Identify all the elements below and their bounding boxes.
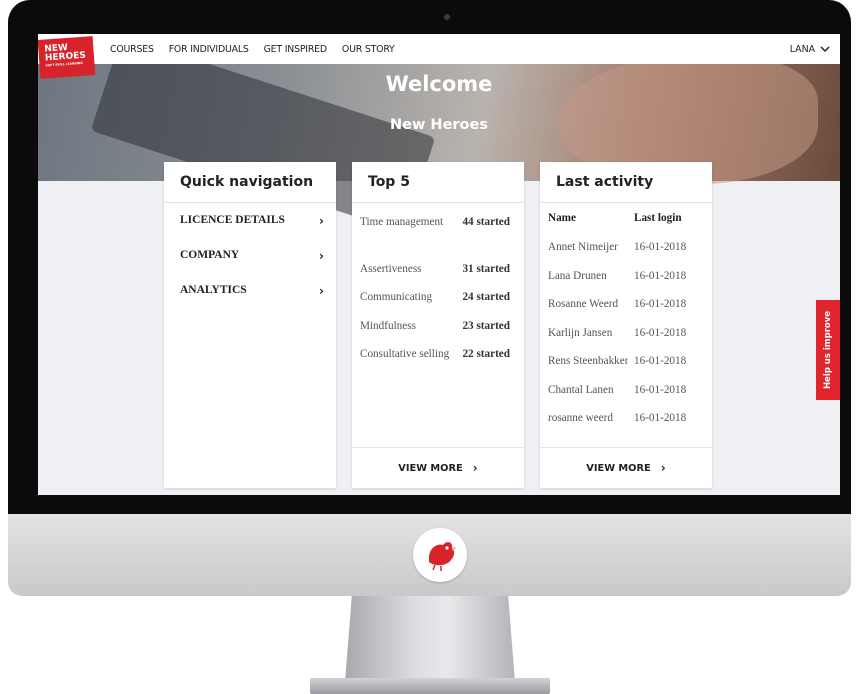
quick-nav-label: LICENCE DETAILS	[180, 214, 285, 226]
top5-row[interactable]: Time management 44 started	[360, 213, 510, 231]
chevron-down-icon	[820, 45, 830, 52]
last-login-cell: 16-01-2018	[634, 298, 687, 310]
course-name: Assertiveness	[360, 263, 422, 275]
last-activity-card: Last activity Name Last login Annet Nime…	[540, 162, 712, 488]
user-name: LANA	[789, 43, 815, 55]
bird-logo-icon	[413, 528, 467, 582]
monitor-stand-neck	[345, 596, 515, 682]
quick-nav-item-company[interactable]: COMPANY ›	[180, 249, 324, 263]
help-us-improve-tab[interactable]: Help us improve	[816, 300, 840, 400]
last-activity-title: Last activity	[540, 162, 712, 203]
chevron-right-icon: ›	[472, 461, 478, 475]
view-more-label: VIEW MORE	[398, 462, 463, 474]
top5-row[interactable]: Consultative selling 22 started	[360, 345, 510, 363]
quick-nav-item-licence-details[interactable]: LICENCE DETAILS ›	[180, 214, 324, 228]
user-name-cell: Rosanne Weerd	[548, 298, 619, 310]
chevron-right-icon: ›	[660, 461, 666, 475]
last-login-cell: 16-01-2018	[634, 270, 687, 282]
chevron-right-icon: ›	[319, 214, 324, 228]
top-navigation-bar: COURSES FOR INDIVIDUALS GET INSPIRED OUR…	[38, 34, 840, 64]
course-count: 44 started	[462, 216, 510, 228]
nav-item-courses[interactable]: COURSES	[110, 44, 154, 55]
nav-item-for-individuals[interactable]: FOR INDIVIDUALS	[169, 44, 249, 55]
course-count: 24 started	[462, 291, 510, 303]
user-name-cell: Rens Steenbakkers	[548, 355, 628, 367]
last-activity-view-more-button[interactable]: VIEW MORE ›	[540, 447, 712, 488]
last-login-cell: 16-01-2018	[634, 241, 687, 253]
app-screen: COURSES FOR INDIVIDUALS GET INSPIRED OUR…	[38, 34, 840, 495]
monitor-stand-foot	[310, 678, 550, 694]
course-name: Time management	[360, 216, 444, 228]
course-name: Mindfulness	[360, 320, 416, 332]
top5-view-more-button[interactable]: VIEW MORE ›	[352, 447, 524, 488]
view-more-label: VIEW MORE	[586, 462, 651, 474]
main-nav: COURSES FOR INDIVIDUALS GET INSPIRED OUR…	[110, 34, 395, 64]
last-login-cell: 16-01-2018	[634, 327, 687, 339]
user-name-cell: Annet Nimeijer	[548, 241, 618, 253]
course-name: Consultative selling	[360, 348, 450, 360]
nav-item-get-inspired[interactable]: GET INSPIRED	[264, 44, 328, 55]
course-count: 22 started	[462, 348, 510, 360]
user-menu[interactable]: LANA	[790, 34, 830, 64]
quick-navigation-title: Quick navigation	[164, 162, 336, 203]
user-name-cell: Chantal Lanen	[548, 384, 614, 396]
feedback-label: Help us improve	[823, 310, 834, 390]
top5-row[interactable]: Communicating 24 started	[360, 288, 510, 306]
last-login-cell: 16-01-2018	[634, 355, 687, 367]
column-header-name: Name	[548, 212, 576, 224]
user-name-cell: Lana Drunen	[548, 270, 607, 282]
column-header-last-login: Last login	[634, 212, 682, 224]
quick-nav-label: ANALYTICS	[180, 284, 247, 296]
camera-dot	[444, 14, 450, 20]
chevron-right-icon: ›	[319, 284, 324, 298]
brand-logo[interactable]: NEW HEROES SOFT SKILL LEARNING	[38, 36, 96, 79]
top5-row[interactable]: Mindfulness 23 started	[360, 317, 510, 335]
course-name: Communicating	[360, 291, 433, 303]
quick-nav-item-analytics[interactable]: ANALYTICS ›	[180, 284, 324, 298]
user-name-cell: rosanne weerd	[548, 412, 613, 424]
chevron-right-icon: ›	[319, 249, 324, 263]
last-login-cell: 16-01-2018	[634, 412, 687, 424]
hero-subtitle: New Heroes	[390, 117, 488, 133]
last-login-cell: 16-01-2018	[634, 384, 687, 396]
top5-title: Top 5	[352, 162, 524, 203]
quick-nav-label: COMPANY	[180, 249, 240, 261]
course-count: 23 started	[462, 320, 510, 332]
quick-navigation-card: Quick navigation LICENCE DETAILS › COMPA…	[164, 162, 336, 488]
course-count: 31 started	[462, 263, 510, 275]
top5-card: Top 5 Time management 44 started Asserti…	[352, 162, 524, 488]
nav-item-our-story[interactable]: OUR STORY	[342, 44, 395, 55]
user-name-cell: Karlijn Jansen	[548, 327, 613, 339]
hero-title: Welcome	[385, 72, 493, 96]
top5-row[interactable]: Assertiveness 31 started	[360, 260, 510, 278]
